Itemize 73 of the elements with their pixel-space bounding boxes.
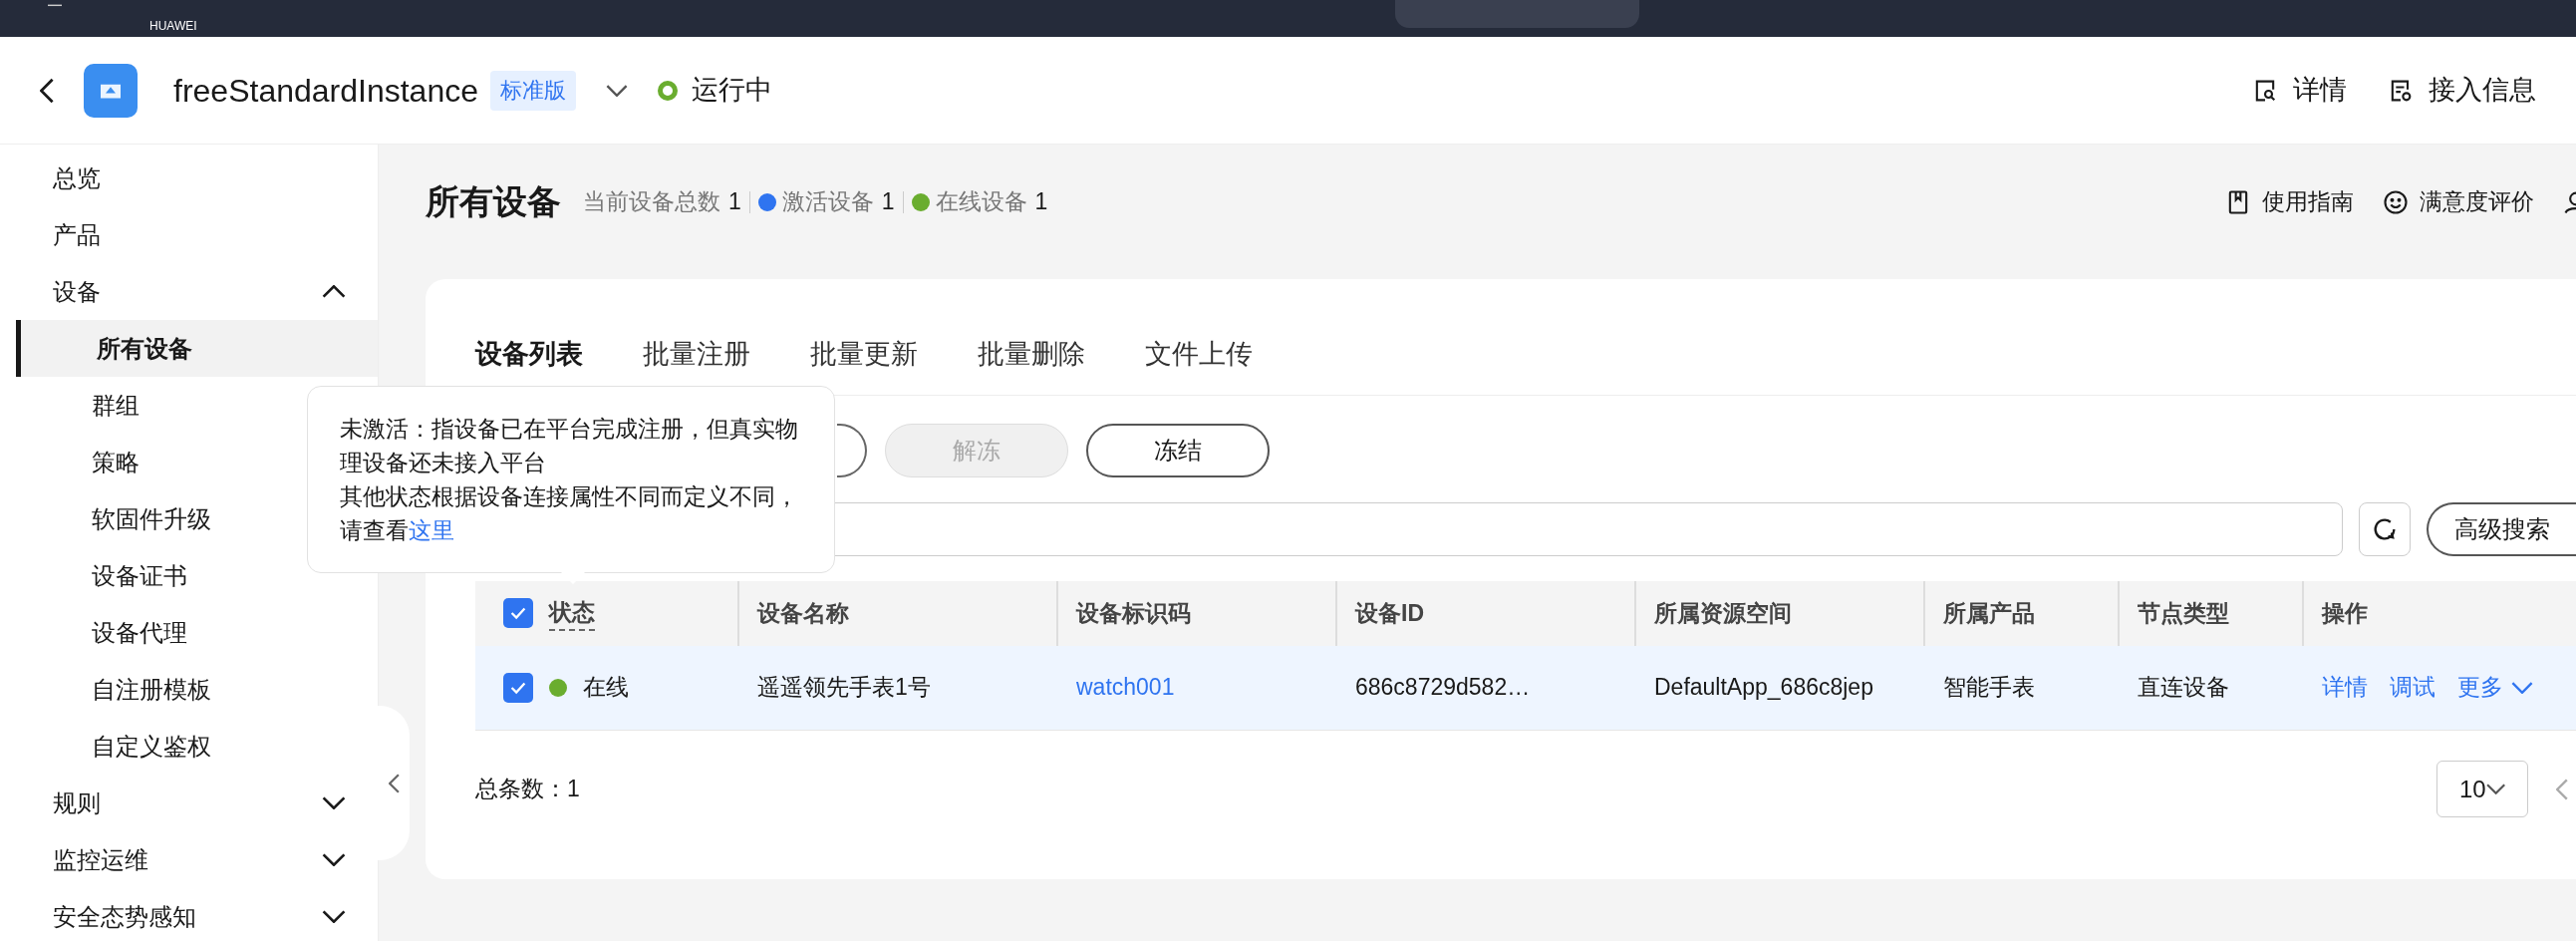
previous-page-icon (2556, 778, 2568, 800)
status-text: 运行中 (692, 74, 772, 108)
page-title: 所有设备 (426, 181, 561, 222)
dropdown-icon (606, 84, 628, 97)
column-header[interactable]: 状态 (549, 594, 595, 632)
stat-label: 当前设备总数 (583, 187, 720, 217)
edition-tag: 标准版 (490, 70, 576, 111)
brand-logo: HUAWEI (149, 18, 197, 35)
sidebar-item[interactable]: 安全态势感知 (0, 888, 378, 941)
checkbox[interactable] (503, 672, 533, 703)
instance-title: freeStandardInstance (173, 71, 478, 111)
tab[interactable]: 批量删除 (978, 334, 1085, 395)
header-link[interactable]: 接入信息 (2387, 70, 2536, 111)
tab[interactable]: 批量注册 (643, 334, 750, 395)
device-link[interactable]: watch001 (1076, 674, 1175, 701)
row-action-link[interactable]: 详情 (2322, 670, 2368, 705)
chevron-icon (2485, 784, 2505, 794)
column-header: 设备ID (1355, 598, 1424, 628)
stat-label: 激活设备 (781, 187, 874, 217)
smiley-icon (2382, 187, 2410, 216)
back-icon (40, 77, 54, 104)
help-link[interactable]: 使用指南 (2224, 184, 2354, 219)
stat-value: 1 (881, 187, 895, 217)
stat-label: 在线设备 (935, 187, 1027, 217)
stat-value: 1 (1034, 187, 1048, 217)
stat-value: 1 (728, 187, 741, 217)
table-cell-text: 直连设备 (2137, 673, 2230, 703)
sidebar-item[interactable]: 设备 (0, 263, 378, 320)
row-action-link[interactable]: 更多 (2457, 670, 2503, 705)
sidebar-item[interactable]: 规则 (0, 775, 378, 831)
chevron-icon (322, 853, 346, 866)
column-header: 设备标识码 (1076, 598, 1191, 628)
sidebar-item[interactable]: 自注册模板 (0, 661, 378, 718)
chevron-icon (388, 773, 400, 793)
sidebar-item[interactable]: 总览 (0, 150, 378, 206)
table-cell-text: 686c8729d582… (1354, 673, 1532, 703)
row-action-link[interactable]: 调试 (2390, 670, 2435, 705)
chevron-icon (322, 796, 346, 809)
sidebar-item[interactable]: 所有设备 (16, 320, 378, 377)
table-cell-text: DefaultApp_686c8jep (1653, 673, 1874, 703)
column-header: 操作 (2322, 598, 2368, 628)
refresh-button[interactable] (2359, 501, 2411, 556)
sidebar-item[interactable]: 产品 (0, 206, 378, 263)
header-link[interactable]: 详情 (2251, 70, 2347, 111)
chevron-icon (322, 910, 346, 923)
table-cell-text: 智能手表 (1942, 673, 2036, 703)
chevron-icon (2511, 681, 2533, 694)
checkbox[interactable] (503, 598, 533, 628)
collapse-handle[interactable] (378, 706, 410, 860)
table-cell-text: 在线 (583, 673, 629, 703)
column-header: 节点类型 (2138, 598, 2229, 628)
sidebar-item[interactable]: 监控运维 (0, 831, 378, 888)
action-button[interactable] (837, 423, 867, 477)
help-link[interactable]: 这里 (409, 517, 454, 543)
help-link[interactable]: 满意度评价 (2382, 184, 2534, 219)
tooltip-text: 其他状态根据设备连接属性不同而定义不同，请查看这里 (340, 482, 799, 545)
status-ring-icon (658, 80, 678, 101)
total-count: 总条数：1 (475, 775, 580, 804)
table-cell-text: 遥遥领先手表1号 (756, 673, 932, 703)
app-icon (84, 63, 138, 118)
column-header: 所属产品 (1943, 598, 2035, 628)
column-header: 设备名称 (757, 598, 849, 628)
chevron-icon (322, 285, 346, 298)
sidebar-item[interactable]: 自定义鉴权 (0, 718, 378, 775)
tab[interactable]: 批量更新 (810, 334, 918, 395)
action-button[interactable]: 冻结 (1086, 423, 1270, 477)
page-size-select[interactable]: 10 (2436, 761, 2528, 817)
column-header: 所属资源空间 (1654, 598, 1792, 628)
sidebar-item[interactable]: 设备代理 (0, 604, 378, 661)
tooltip-text: 未激活：指设备已在平台完成注册，但真实物理设备还未接入平台 (340, 415, 799, 477)
advanced-search-button[interactable]: 高级搜索 (2427, 501, 2576, 556)
table-row[interactable]: 在线 遥遥领先手表1号 watch001 686c8729d582… DefaultApp_686c8jep 智能手表 直连设备 详情 调试 更多 (475, 645, 2576, 731)
tab[interactable]: 文件上传 (1145, 334, 1253, 395)
